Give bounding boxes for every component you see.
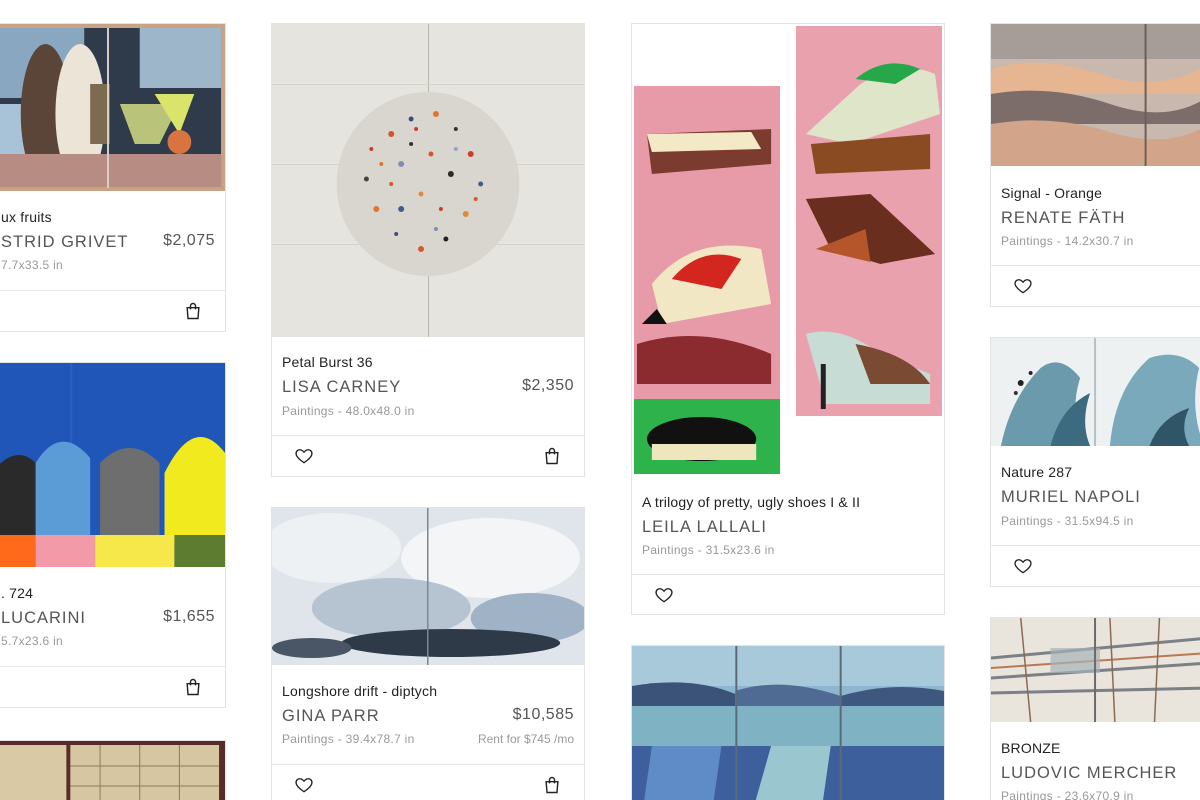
card-actions bbox=[632, 574, 944, 614]
card-actions bbox=[0, 290, 225, 331]
artist-name[interactable]: GINA PARR bbox=[282, 707, 380, 726]
artwork-image[interactable] bbox=[0, 363, 225, 567]
heart-outline-icon bbox=[655, 588, 673, 603]
artwork-image[interactable] bbox=[272, 508, 584, 665]
artwork-card[interactable]: Nature 287 MURIEL NAPOLI Paintings - 31.… bbox=[990, 337, 1200, 587]
shopping-bag-icon bbox=[545, 447, 559, 465]
favorite-button[interactable] bbox=[292, 444, 316, 468]
artwork-meta: Paintings - 31.5x94.5 in bbox=[1001, 514, 1134, 528]
favorite-button[interactable] bbox=[292, 773, 316, 797]
artwork-meta: 5.7x23.6 in bbox=[1, 634, 64, 648]
artwork-title[interactable]: Longshore drift - diptych bbox=[282, 683, 437, 699]
artwork-meta: Paintings - 23.6x70.9 in bbox=[1001, 789, 1134, 800]
shopping-bag-icon bbox=[186, 302, 200, 320]
add-to-cart-button[interactable] bbox=[540, 444, 564, 468]
artwork-image[interactable] bbox=[632, 24, 944, 479]
favorite-button[interactable] bbox=[1011, 274, 1035, 298]
artwork-card[interactable] bbox=[0, 740, 226, 800]
artwork-price: $10,585 bbox=[512, 706, 574, 723]
artwork-card[interactable]: A trilogy of pretty, ugly shoes I & II L… bbox=[631, 23, 945, 615]
heart-outline-icon bbox=[1014, 559, 1032, 574]
artwork-image[interactable] bbox=[991, 618, 1200, 722]
heart-outline-icon bbox=[295, 778, 313, 793]
artwork-image[interactable] bbox=[632, 646, 944, 800]
artwork-meta: 7.7x33.5 in bbox=[1, 258, 64, 272]
artwork-card[interactable]: . 724 LUCARINI $1,655 5.7x23.6 in bbox=[0, 362, 226, 708]
artwork-image[interactable] bbox=[272, 24, 584, 337]
artist-name[interactable]: RENATE FÄTH bbox=[1001, 209, 1125, 228]
artwork-meta: Paintings - 39.4x78.7 in bbox=[282, 732, 415, 746]
artwork-title[interactable]: A trilogy of pretty, ugly shoes I & II bbox=[642, 494, 860, 510]
artwork-card[interactable]: BRONZE LUDOVIC MERCHER Paintings - 23.6x… bbox=[990, 617, 1200, 800]
shopping-bag-icon bbox=[186, 678, 200, 696]
add-to-cart-button[interactable] bbox=[181, 675, 205, 699]
artwork-card[interactable]: Signal - Orange RENATE FÄTH Paintings - … bbox=[990, 23, 1200, 307]
card-actions bbox=[991, 265, 1200, 306]
favorite-button[interactable] bbox=[1011, 554, 1035, 578]
artwork-image[interactable] bbox=[0, 741, 225, 800]
heart-outline-icon bbox=[1014, 279, 1032, 294]
artwork-card[interactable]: Petal Burst 36 LISA CARNEY $2,350 Painti… bbox=[271, 23, 585, 477]
artwork-image[interactable] bbox=[991, 24, 1200, 166]
artwork-title[interactable]: Nature 287 bbox=[1001, 464, 1072, 480]
add-to-cart-button[interactable] bbox=[540, 773, 564, 797]
artwork-title[interactable]: BRONZE bbox=[1001, 740, 1061, 756]
rent-price[interactable]: Rent for $745 /mo bbox=[478, 732, 574, 746]
artwork-image[interactable] bbox=[991, 338, 1200, 446]
artwork-card[interactable]: ux fruits STRID GRIVET $2,075 7.7x33.5 i… bbox=[0, 23, 226, 332]
artwork-price: $1,655 bbox=[163, 608, 215, 625]
add-to-cart-button[interactable] bbox=[181, 299, 205, 323]
artwork-title[interactable]: . 724 bbox=[1, 585, 33, 601]
card-actions bbox=[991, 545, 1200, 586]
artist-name[interactable]: LEILA LALLALI bbox=[642, 518, 767, 537]
artwork-card[interactable]: Longshore drift - diptych GINA PARR $10,… bbox=[271, 507, 585, 800]
artist-name[interactable]: LUDOVIC MERCHER bbox=[1001, 764, 1177, 783]
artwork-title[interactable]: ux fruits bbox=[1, 209, 52, 225]
shopping-bag-icon bbox=[545, 776, 559, 794]
artist-name[interactable]: STRID GRIVET bbox=[1, 233, 129, 252]
artwork-meta: Paintings - 48.0x48.0 in bbox=[282, 404, 415, 418]
artist-name[interactable]: LUCARINI bbox=[1, 609, 86, 628]
artwork-price: $2,350 bbox=[522, 377, 574, 394]
artwork-meta: Paintings - 31.5x23.6 in bbox=[642, 543, 775, 557]
artwork-price: $2,075 bbox=[163, 232, 215, 249]
artwork-title[interactable]: Petal Burst 36 bbox=[282, 354, 373, 370]
favorite-button[interactable] bbox=[652, 583, 676, 607]
artwork-meta: Paintings - 14.2x30.7 in bbox=[1001, 234, 1134, 248]
artwork-title[interactable]: Signal - Orange bbox=[1001, 185, 1102, 201]
artwork-card[interactable] bbox=[631, 645, 945, 800]
artist-name[interactable]: LISA CARNEY bbox=[282, 378, 401, 397]
artwork-image[interactable] bbox=[0, 24, 225, 191]
heart-outline-icon bbox=[295, 449, 313, 464]
card-actions bbox=[272, 764, 584, 800]
card-actions bbox=[272, 435, 584, 476]
artist-name[interactable]: MURIEL NAPOLI bbox=[1001, 488, 1141, 507]
card-actions bbox=[0, 666, 225, 707]
